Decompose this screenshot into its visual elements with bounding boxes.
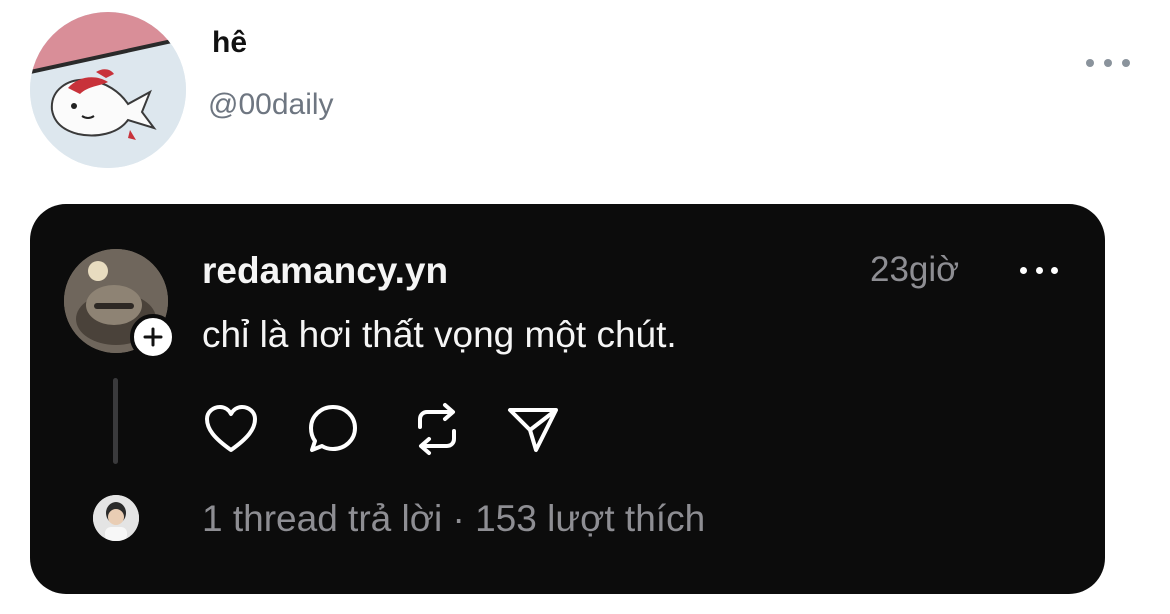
profile-avatar[interactable] — [30, 12, 186, 168]
share-button[interactable] — [504, 400, 562, 458]
repost-button[interactable] — [408, 400, 466, 458]
comment-button[interactable] — [304, 400, 362, 458]
like-button[interactable] — [202, 400, 260, 458]
reply-avatar[interactable] — [93, 495, 139, 541]
dot — [1051, 266, 1058, 274]
post-actions — [202, 400, 562, 458]
dot — [1020, 266, 1027, 274]
plus-icon — [143, 327, 163, 347]
comment-icon — [309, 405, 357, 452]
stats-separator: · — [452, 498, 465, 539]
more-options-icon[interactable] — [1086, 52, 1130, 74]
dot — [1035, 266, 1043, 274]
share-icon — [508, 408, 558, 452]
heart-icon — [205, 405, 257, 452]
post-username[interactable]: redamancy.yn — [202, 250, 448, 292]
thread-connector-line — [113, 378, 118, 464]
post-timestamp: 23giờ — [870, 250, 960, 289]
reply-user-photo-icon — [93, 495, 139, 541]
post-stats[interactable]: 1 thread trả lời · 153 lượt thích — [202, 498, 705, 540]
profile-handle[interactable]: @00daily — [208, 88, 334, 122]
follow-plus-button[interactable] — [130, 314, 176, 360]
likes-count[interactable]: 153 lượt thích — [475, 498, 705, 539]
replies-count[interactable]: 1 thread trả lời — [202, 498, 442, 539]
dot — [1086, 59, 1094, 67]
post-text: chỉ là hơi thất vọng một chút. — [202, 314, 677, 355]
post-more-options-icon[interactable] — [1020, 262, 1058, 278]
koi-fish-icon — [30, 12, 186, 168]
dot — [1122, 59, 1130, 67]
repost-icon — [418, 403, 456, 455]
dot — [1104, 59, 1112, 67]
profile-name: hê — [212, 26, 248, 59]
